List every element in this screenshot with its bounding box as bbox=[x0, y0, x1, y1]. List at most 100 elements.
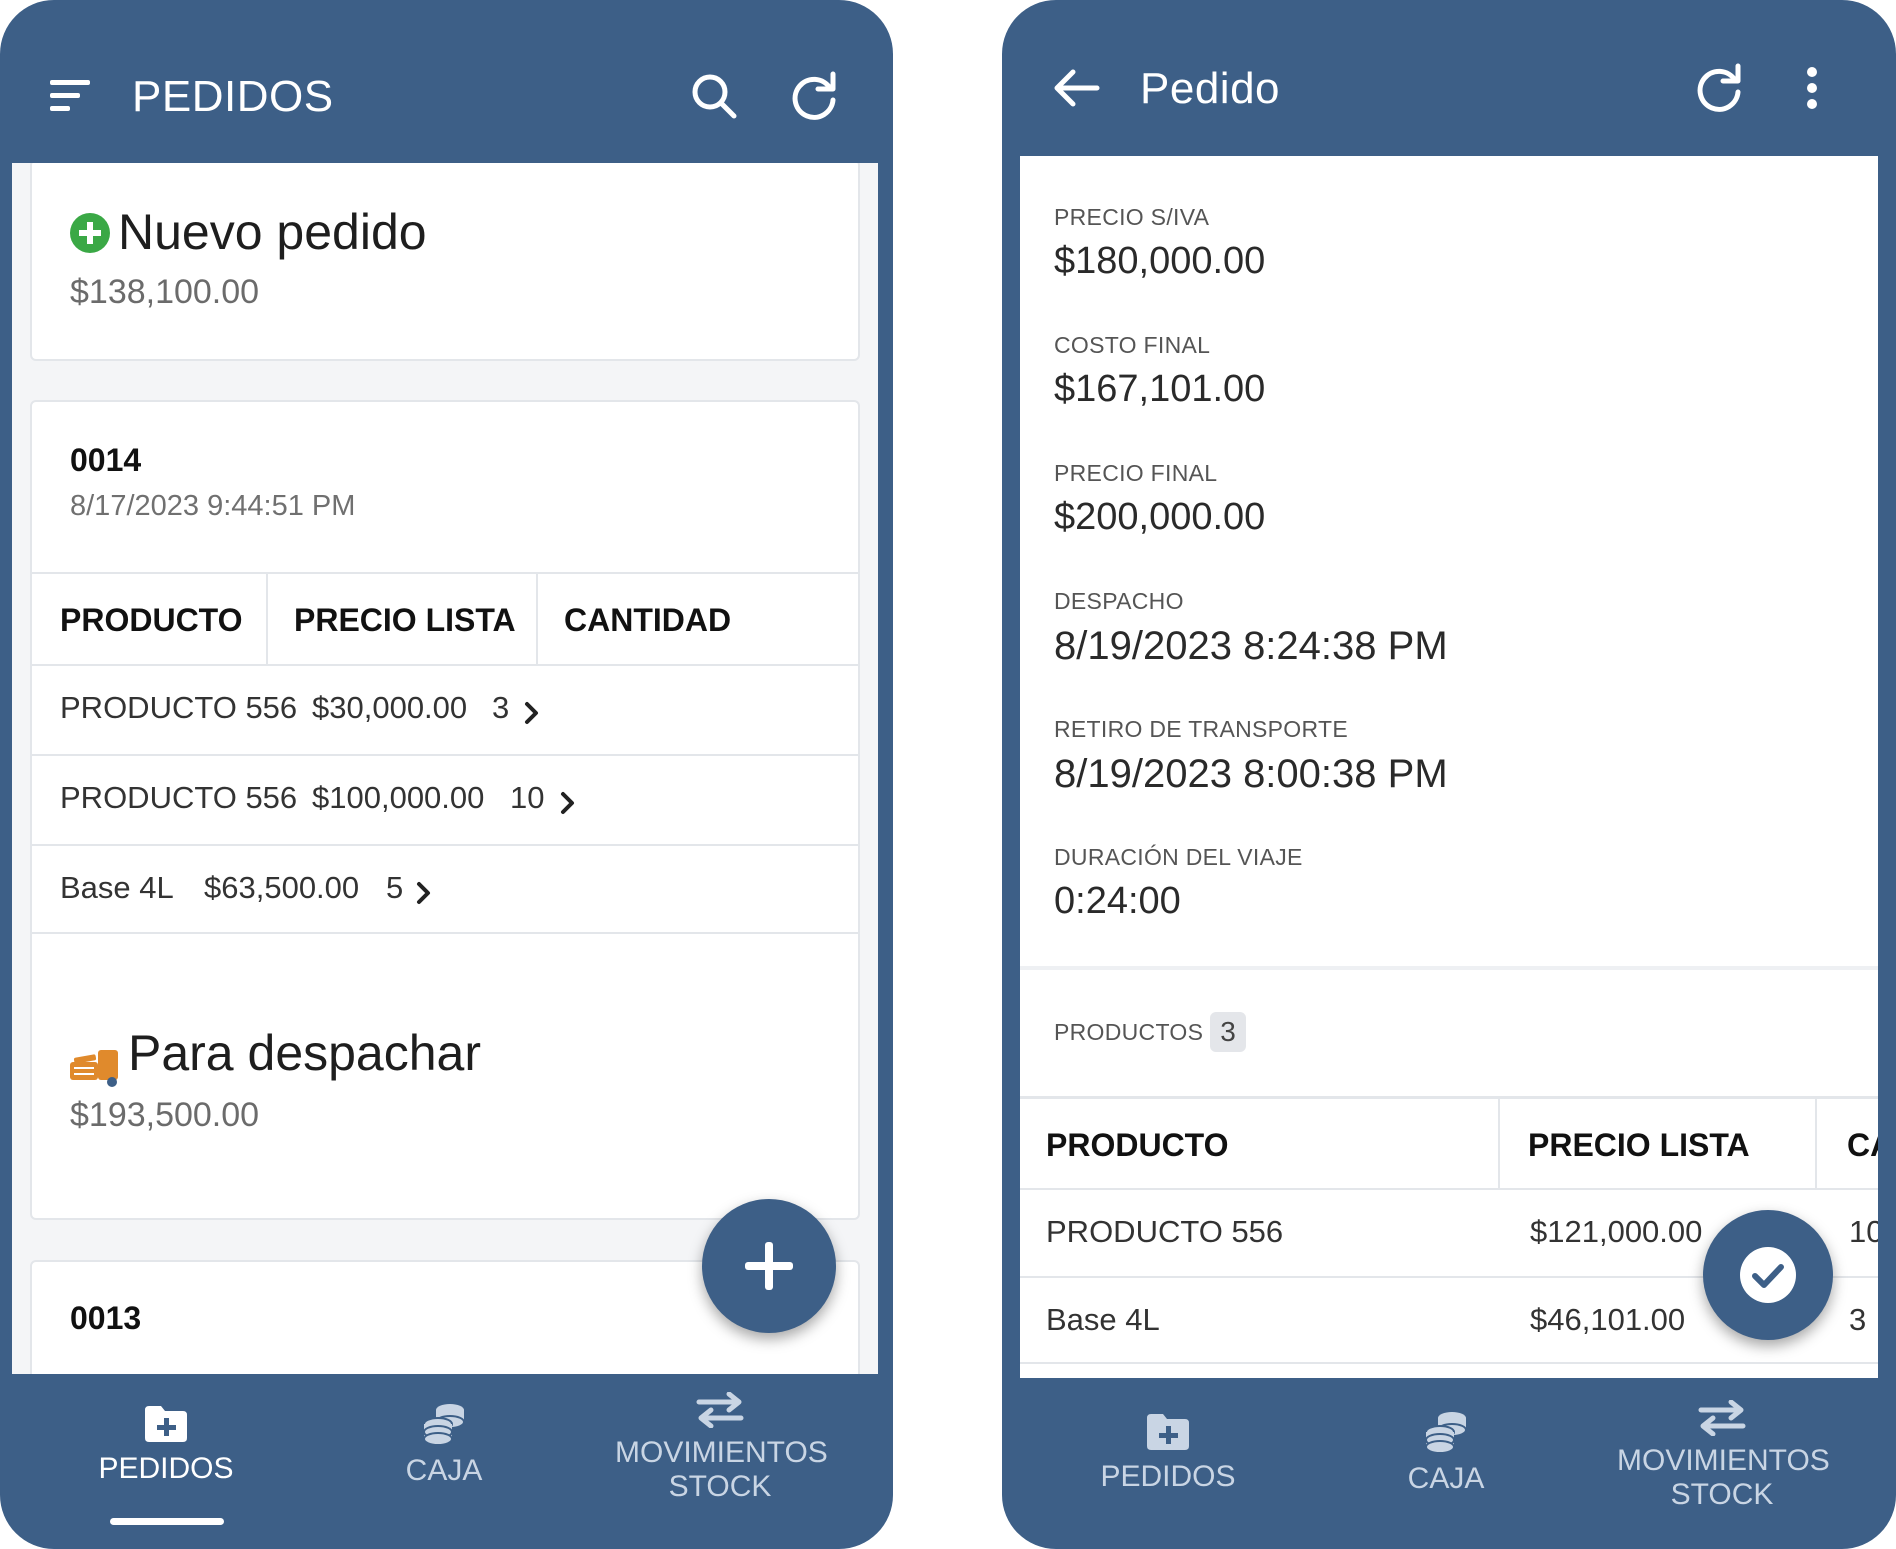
row-product: Base 4L bbox=[1046, 1302, 1160, 1337]
row-product: Base 4L bbox=[60, 870, 174, 905]
new-order-title: Nuevo pedido bbox=[118, 204, 427, 260]
column-header-quantity: CA bbox=[1847, 1127, 1878, 1163]
row-qty: 5 bbox=[386, 870, 404, 905]
dispatch-title[interactable]: Para despachar bbox=[128, 1024, 481, 1082]
new-order-amount: $138,100.00 bbox=[70, 273, 260, 311]
row-qty: 3 bbox=[492, 690, 510, 725]
nav-movimientos-label: MOVIMIENTOS bbox=[1617, 1444, 1830, 1477]
check-circle-icon bbox=[1740, 1247, 1796, 1303]
column-divider bbox=[1498, 1099, 1500, 1188]
chevron-right-icon bbox=[525, 702, 538, 724]
row-price: $121,000.00 bbox=[1530, 1214, 1703, 1249]
row-qty: 10 bbox=[510, 780, 545, 815]
app-bar: Pedido bbox=[1002, 0, 1896, 156]
row-price: $30,000.00 bbox=[312, 690, 468, 725]
nav-caja-label: CAJA bbox=[1407, 1462, 1485, 1495]
nav-pedidos[interactable]: PEDIDOS bbox=[96, 1404, 236, 1486]
dispatch-amount: $193,500.00 bbox=[70, 1096, 260, 1134]
order-card: 0014 8/17/2023 9:44:51 PM PRODUCTO PRECI… bbox=[30, 400, 860, 1220]
app-bar: PEDIDOS bbox=[0, 0, 893, 163]
row-price: $46,101.00 bbox=[1530, 1302, 1686, 1337]
confirm-fab[interactable] bbox=[1703, 1210, 1833, 1340]
refresh-icon[interactable] bbox=[778, 60, 850, 132]
bottom-navigation: PEDIDOS CAJA MOVIMIENTOS STOCK bbox=[0, 1374, 893, 1549]
table-row[interactable]: PRODUCTO 556 $30,000.00 3 bbox=[32, 664, 858, 754]
phone-order-detail: Pedido PRECIO S/IVA $180,000.00 COSTO FI… bbox=[1002, 0, 1896, 1549]
orders-screen: Nuevo pedido $138,100.00 0014 8/17/2023 … bbox=[12, 163, 878, 1374]
row-price: $100,000.00 bbox=[312, 780, 485, 815]
nav-pedidos-label: PEDIDOS bbox=[1100, 1460, 1236, 1493]
transfer-arrows-icon bbox=[1698, 1400, 1746, 1436]
order-number: 0013 bbox=[70, 1300, 142, 1336]
transfer-arrows-icon bbox=[696, 1392, 744, 1428]
folder-plus-icon bbox=[145, 1406, 187, 1442]
coins-icon bbox=[1425, 1412, 1467, 1454]
section-divider bbox=[1020, 966, 1878, 970]
folder-plus-icon bbox=[1147, 1414, 1189, 1450]
field-value-retiro: 8/19/2023 8:00:38 PM bbox=[1054, 752, 1448, 796]
truck-icon bbox=[70, 1050, 118, 1087]
column-header-quantity: CANTIDAD bbox=[564, 602, 732, 638]
column-divider bbox=[536, 574, 538, 664]
coins-icon bbox=[423, 1404, 465, 1446]
nav-movimientos-stock[interactable]: MOVIMIENTOS STOCK bbox=[615, 1392, 828, 1504]
table-header: PRODUCTO PRECIO LISTA CA bbox=[1020, 1096, 1878, 1188]
nav-stock-label: STOCK bbox=[668, 1470, 772, 1503]
field-value-despacho: 8/19/2023 8:24:38 PM bbox=[1054, 624, 1448, 668]
row-product: PRODUCTO 556 bbox=[1046, 1214, 1284, 1249]
nav-pedidos[interactable]: PEDIDOS bbox=[1098, 1412, 1238, 1494]
field-label-duracion: DURACIÓN DEL VIAJE bbox=[1054, 844, 1303, 870]
field-label-precio-final: PRECIO FINAL bbox=[1054, 460, 1218, 486]
products-label: PRODUCTOS bbox=[1054, 1019, 1204, 1045]
plus-icon bbox=[745, 1242, 793, 1290]
chevron-right-icon bbox=[561, 792, 574, 814]
nav-movimientos-label: MOVIMIENTOS bbox=[615, 1436, 828, 1469]
add-order-fab[interactable] bbox=[702, 1199, 836, 1333]
column-divider bbox=[1815, 1099, 1817, 1188]
field-label-despacho: DESPACHO bbox=[1054, 588, 1184, 614]
nav-caja[interactable]: CAJA bbox=[374, 1402, 514, 1488]
field-value-costo-final: $167,101.00 bbox=[1054, 368, 1266, 410]
field-value-precio-final: $200,000.00 bbox=[1054, 496, 1266, 538]
table-row[interactable]: PRODUCTO 556 $100,000.00 10 bbox=[32, 754, 858, 844]
bottom-navigation: PEDIDOS CAJA MOVIMIENTOS STOCK bbox=[1002, 1378, 1896, 1549]
products-count-badge: 3 bbox=[1210, 1012, 1246, 1052]
page-title: Pedido bbox=[1140, 64, 1281, 113]
nav-movimientos-stock[interactable]: MOVIMIENTOS STOCK bbox=[1617, 1400, 1830, 1512]
row-product: PRODUCTO 556 bbox=[60, 690, 298, 725]
add-circle-icon bbox=[70, 213, 110, 253]
table-row[interactable]: Base 4L $63,500.00 5 bbox=[32, 844, 858, 934]
column-header-product: PRODUCTO bbox=[60, 602, 243, 638]
field-label-retiro: RETIRO DE TRANSPORTE bbox=[1054, 716, 1348, 742]
column-header-price: PRECIO LISTA bbox=[1528, 1127, 1750, 1163]
chevron-right-icon bbox=[417, 882, 430, 904]
nav-stock-label: STOCK bbox=[1670, 1478, 1774, 1511]
row-product: PRODUCTO 556 bbox=[60, 780, 298, 815]
new-order-card[interactable]: Nuevo pedido $138,100.00 bbox=[30, 163, 860, 361]
back-arrow-icon[interactable] bbox=[1040, 52, 1112, 124]
row-qty: 10 bbox=[1849, 1214, 1878, 1249]
column-header-product: PRODUCTO bbox=[1046, 1127, 1229, 1163]
row-qty: 3 bbox=[1849, 1302, 1867, 1337]
field-value-precio-siva: $180,000.00 bbox=[1054, 240, 1266, 282]
order-detail-screen: PRECIO S/IVA $180,000.00 COSTO FINAL $16… bbox=[1020, 156, 1878, 1378]
page-title: PEDIDOS bbox=[132, 72, 334, 121]
order-datetime: 8/17/2023 9:44:51 PM bbox=[70, 490, 356, 522]
nav-caja-label: CAJA bbox=[405, 1454, 483, 1487]
field-value-duracion: 0:24:00 bbox=[1054, 880, 1181, 922]
column-header-price: PRECIO LISTA bbox=[294, 602, 516, 638]
refresh-icon[interactable] bbox=[1683, 52, 1755, 124]
active-tab-indicator bbox=[110, 1518, 224, 1525]
order-number[interactable]: 0014 bbox=[70, 442, 141, 479]
search-icon[interactable] bbox=[678, 60, 750, 132]
field-label-precio-siva: PRECIO S/IVA bbox=[1054, 204, 1210, 230]
phone-orders-list: PEDIDOS Nuevo pedido $138,100.00 0014 8/… bbox=[0, 0, 893, 1549]
more-vert-icon[interactable] bbox=[1776, 52, 1848, 124]
nav-caja[interactable]: CAJA bbox=[1376, 1410, 1516, 1496]
field-label-costo-final: COSTO FINAL bbox=[1054, 332, 1211, 358]
menu-icon[interactable] bbox=[34, 60, 106, 132]
nav-pedidos-label: PEDIDOS bbox=[98, 1452, 234, 1485]
row-price: $63,500.00 bbox=[204, 870, 360, 905]
column-divider bbox=[266, 574, 268, 664]
table-header: PRODUCTO PRECIO LISTA CANTIDAD bbox=[32, 572, 858, 664]
